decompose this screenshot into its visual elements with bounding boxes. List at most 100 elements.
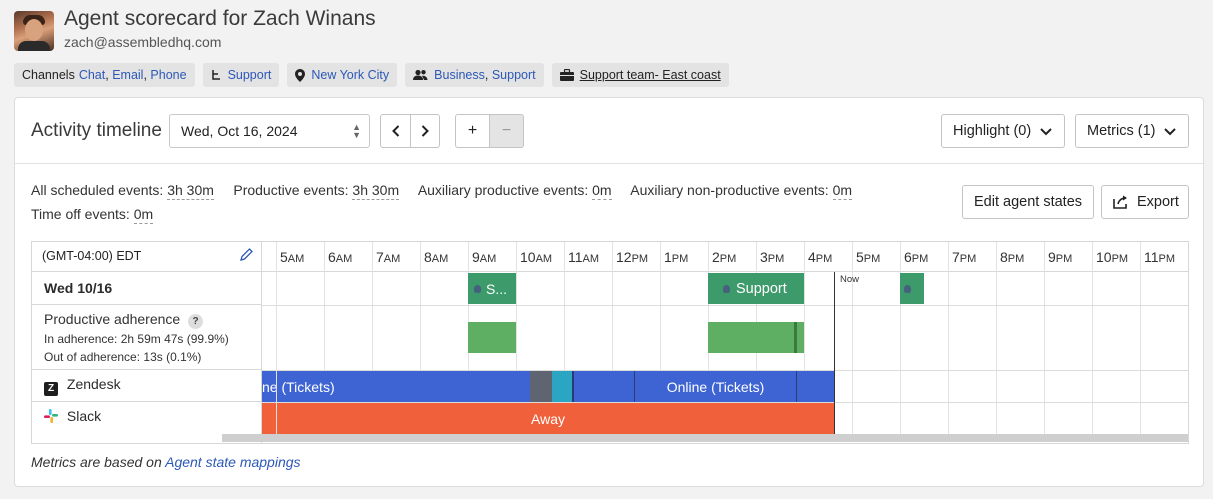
productive-value[interactable]: 3h 30m bbox=[352, 182, 400, 200]
next-day-button[interactable] bbox=[410, 114, 440, 148]
hour-gridline bbox=[852, 242, 853, 434]
highlight-dropdown[interactable]: Highlight (0) bbox=[941, 114, 1065, 148]
lightbulb-icon bbox=[474, 284, 481, 293]
now-label: Now bbox=[840, 274, 860, 285]
help-icon[interactable]: ? bbox=[188, 314, 204, 329]
chevron-left-icon bbox=[391, 125, 399, 137]
export-button[interactable]: Export bbox=[1101, 185, 1189, 219]
slack-logo-icon bbox=[44, 409, 58, 426]
team-link[interactable]: Support team- East coast bbox=[580, 68, 721, 82]
metrics-dropdown[interactable]: Metrics (1) bbox=[1075, 114, 1189, 148]
adherence-block-2[interactable] bbox=[708, 322, 804, 353]
lightbulb-icon bbox=[904, 284, 911, 293]
timeline-labels: (GMT-04:00) EDT Wed 10/16 Productive adh… bbox=[32, 242, 262, 443]
zendesk-segment-teal[interactable] bbox=[552, 371, 572, 402]
queue-chip: Support bbox=[202, 63, 280, 87]
out-adherence-text: Out of adherence: 13s (0.1%) bbox=[44, 350, 202, 364]
day-label: Wed 10/16 bbox=[44, 280, 113, 296]
channel-phone-link[interactable]: Phone bbox=[150, 68, 186, 82]
edit-agent-states-button[interactable]: Edit agent states bbox=[962, 185, 1095, 219]
metrics-footnote: Metrics are based on Agent state mapping… bbox=[31, 454, 301, 470]
zoom-in-button[interactable]: + bbox=[455, 114, 490, 148]
adherence-label: Productive adherence bbox=[44, 311, 181, 327]
segment-label: Away bbox=[531, 410, 565, 427]
timeoff-value[interactable]: 0m bbox=[133, 206, 154, 224]
in-adherence-text: In adherence: 2h 59m 47s (99.9%) bbox=[44, 332, 229, 346]
location-link[interactable]: New York City bbox=[311, 68, 389, 82]
hour-gridline bbox=[276, 242, 277, 434]
date-value: Wed, Oct 16, 2024 bbox=[181, 123, 298, 139]
hour-gridline bbox=[900, 242, 901, 434]
schedule-event-3[interactable] bbox=[900, 273, 924, 304]
row-divider bbox=[262, 305, 1188, 306]
slack-row-label: Slack bbox=[32, 402, 261, 434]
hour-gridline bbox=[948, 242, 949, 434]
zendesk-logo-icon: Z bbox=[44, 382, 58, 396]
skills-chip: Business, Support bbox=[405, 63, 544, 87]
chevron-down-icon bbox=[1164, 128, 1176, 136]
timeline-body: S... Support ne (Tickets) Online (Ticket… bbox=[262, 242, 1188, 443]
chevron-right-icon bbox=[421, 125, 429, 137]
activity-card: Activity timeline Wed, Oct 16, 2024 ▲ ▼ +… bbox=[14, 97, 1204, 487]
channels-label: Channels bbox=[22, 68, 75, 82]
segment-label: Online (Tickets) bbox=[666, 378, 765, 395]
event-label: Support bbox=[736, 280, 787, 297]
metrics-label: Metrics (1) bbox=[1087, 123, 1156, 139]
out-of-adherence-mark bbox=[794, 322, 797, 353]
schedule-event-1[interactable]: S... bbox=[468, 273, 516, 304]
map-pin-icon bbox=[295, 68, 306, 82]
aux-nonproductive-value[interactable]: 0m bbox=[832, 182, 853, 200]
hour-gridline bbox=[1092, 242, 1093, 434]
export-label: Export bbox=[1137, 194, 1179, 210]
adherence-row-label: Productive adherence ? In adherence: 2h … bbox=[32, 305, 261, 370]
aux-productive-value[interactable]: 0m bbox=[592, 182, 612, 200]
zendesk-row-label: Z Zendesk bbox=[32, 370, 261, 402]
hour-gridline bbox=[1044, 242, 1045, 434]
zendesk-label: Zendesk bbox=[66, 376, 121, 392]
prev-day-button[interactable] bbox=[380, 114, 411, 148]
zoom-out-button[interactable]: − bbox=[489, 114, 524, 148]
skill-business-link[interactable]: Business bbox=[434, 68, 485, 82]
zendesk-segment-2[interactable] bbox=[572, 371, 634, 402]
zendesk-segment-1[interactable]: ne (Tickets) bbox=[262, 371, 530, 402]
pencil-icon[interactable] bbox=[240, 248, 253, 264]
segment-label: ne (Tickets) bbox=[262, 378, 335, 395]
team-chip: Support team- East coast bbox=[551, 63, 729, 87]
horizontal-scrollbar[interactable] bbox=[222, 434, 1188, 442]
adherence-block-1[interactable] bbox=[468, 322, 516, 353]
lightbulb-icon bbox=[723, 284, 730, 293]
zendesk-segment-gray[interactable] bbox=[530, 371, 552, 402]
channel-chat-link[interactable]: Chat bbox=[79, 68, 105, 82]
highlight-label: Highlight (0) bbox=[953, 123, 1032, 139]
slack-segment-away[interactable]: Away bbox=[262, 403, 834, 434]
day-row-label: Wed 10/16 bbox=[32, 273, 261, 305]
hour-gridline bbox=[996, 242, 997, 434]
scheduled-value[interactable]: 3h 30m bbox=[167, 182, 214, 200]
timezone-row: (GMT-04:00) EDT bbox=[32, 242, 261, 272]
schedule-event-2[interactable]: Support bbox=[708, 273, 804, 304]
aux-nonproductive-label: Auxiliary non-productive events: bbox=[630, 182, 829, 198]
skill-support-link[interactable]: Support bbox=[492, 68, 536, 82]
zendesk-segment-4[interactable] bbox=[796, 371, 834, 402]
timeline-grid: (GMT-04:00) EDT Wed 10/16 Productive adh… bbox=[31, 241, 1189, 444]
agent-email: zach@assembledhq.com bbox=[64, 34, 222, 50]
queue-link[interactable]: Support bbox=[228, 68, 272, 82]
chevron-updown-icon: ▲ ▼ bbox=[352, 122, 361, 140]
zendesk-segment-3[interactable]: Online (Tickets) bbox=[634, 371, 796, 402]
agent-state-mappings-link[interactable]: Agent state mappings bbox=[165, 454, 300, 470]
channels-chip: Channels Chat, Email, Phone bbox=[14, 63, 195, 87]
hierarchy-icon bbox=[211, 69, 222, 81]
summary-line-2: Time off events: 0m bbox=[31, 206, 154, 224]
hour-gridline bbox=[1140, 242, 1141, 434]
share-icon bbox=[1113, 195, 1127, 209]
scheduled-label: All scheduled events: bbox=[31, 182, 164, 198]
briefcase-icon bbox=[559, 69, 574, 81]
footnote-text: Metrics are based on bbox=[31, 454, 162, 470]
users-icon bbox=[413, 69, 428, 81]
channel-email-link[interactable]: Email bbox=[112, 68, 143, 82]
slack-label: Slack bbox=[66, 408, 102, 424]
date-picker[interactable]: Wed, Oct 16, 2024 ▲ ▼ bbox=[169, 114, 370, 148]
event-label: S... bbox=[486, 280, 508, 297]
now-indicator bbox=[834, 272, 835, 434]
aux-productive-label: Auxiliary productive events: bbox=[417, 182, 589, 198]
